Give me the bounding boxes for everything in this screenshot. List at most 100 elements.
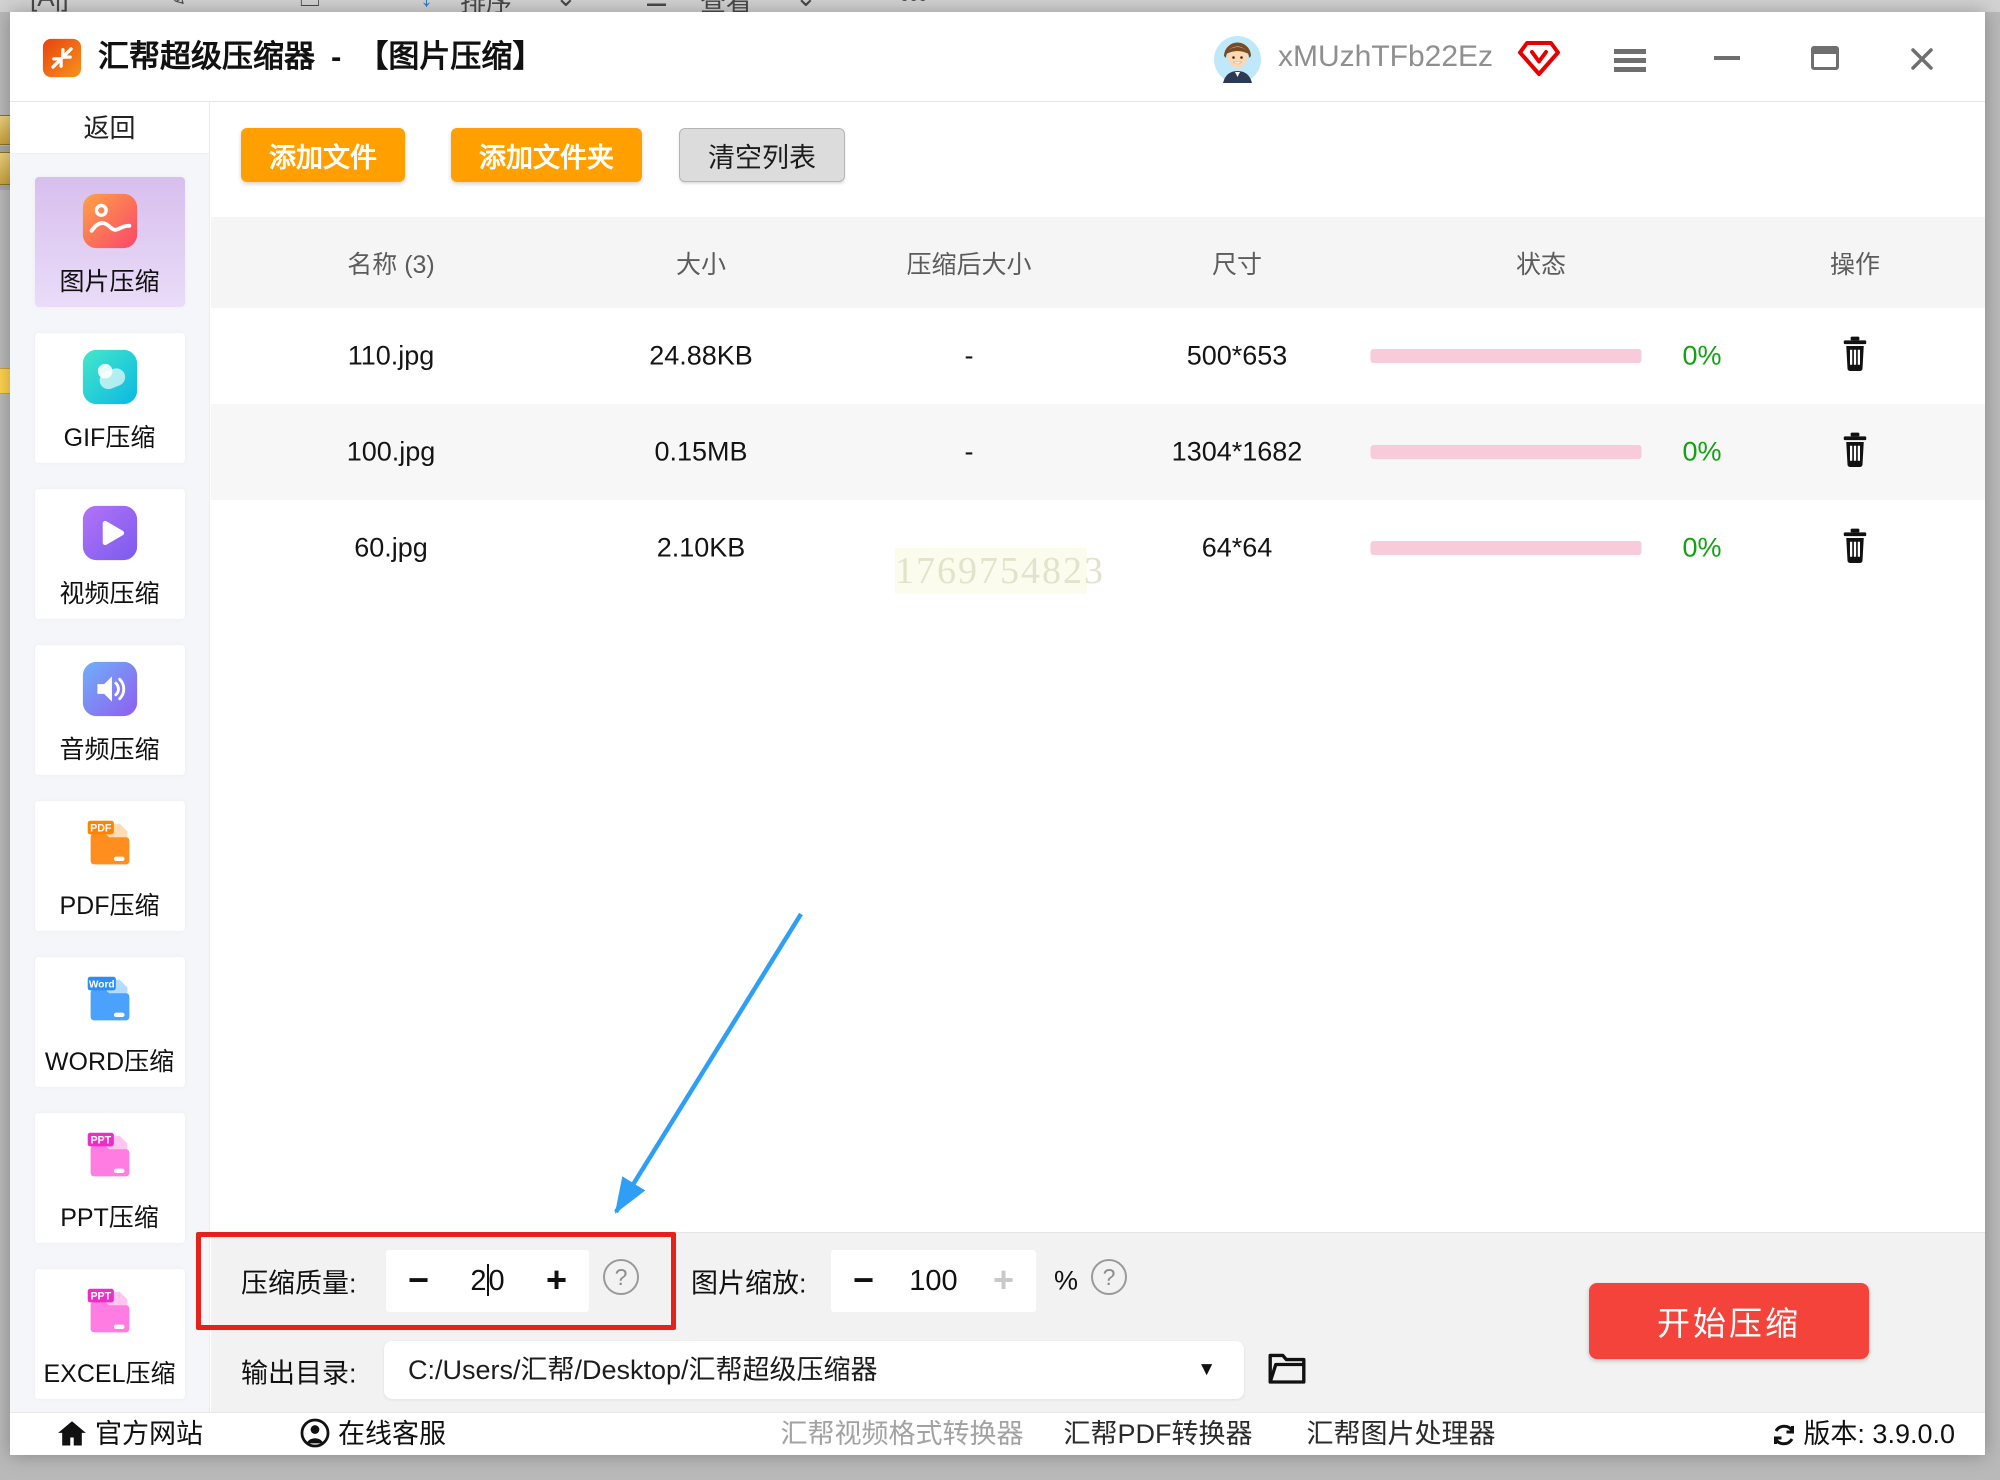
sidebar-item-label: PDF压缩	[35, 886, 185, 922]
sidebar-item-excel-compress[interactable]: PPT EXCEL压缩	[35, 1269, 185, 1399]
output-dir-label: 输出目录:	[241, 1352, 357, 1391]
word-compress-icon: Word	[79, 970, 141, 1032]
sidebar-item-label: 视频压缩	[35, 574, 185, 610]
quality-label: 压缩质量:	[241, 1262, 357, 1301]
version-info: 版本: 3.9.0.0	[1771, 1413, 1955, 1456]
maximize-button[interactable]	[1808, 40, 1844, 76]
ellipsis-icon: •••	[900, 0, 927, 12]
sidebar-item-label: 图片压缩	[35, 262, 185, 298]
file-size: 24.88KB	[649, 341, 753, 372]
app-logo-icon	[42, 38, 82, 78]
image-processor-link[interactable]: 汇帮图片处理器	[1307, 1413, 1496, 1456]
audio-compress-icon	[79, 658, 141, 720]
image-compress-icon	[79, 190, 141, 252]
browse-folder-button[interactable]	[1266, 1349, 1308, 1392]
sort-arrow-icon: ↓	[420, 0, 433, 12]
column-header-actions: 操作	[1830, 245, 1880, 281]
word-badge-label: Word	[88, 979, 114, 990]
pdf-compress-icon: PDF	[79, 814, 141, 876]
delete-row-button[interactable]	[1840, 336, 1870, 377]
avatar[interactable]	[1214, 36, 1261, 83]
progress-percent: 0%	[1682, 437, 1721, 468]
home-icon	[57, 1420, 87, 1448]
file-dimensions: 500*653	[1187, 341, 1288, 372]
video-converter-link[interactable]: 汇帮视频格式转换器	[781, 1413, 1024, 1456]
chevron-down-icon: ⌄	[795, 0, 817, 12]
file-name: 110.jpg	[348, 341, 435, 372]
progress-bar	[1371, 445, 1642, 459]
sidebar-item-label: GIF压缩	[35, 418, 185, 454]
dropdown-arrow-icon: ▼	[1197, 1341, 1216, 1399]
start-compress-button[interactable]: 开始压缩	[1589, 1283, 1869, 1359]
column-header-status: 状态	[1516, 245, 1566, 281]
sidebar-item-image-compress[interactable]: 图片压缩	[35, 177, 185, 307]
online-service-link[interactable]: 在线客服	[300, 1413, 446, 1456]
trash-icon	[1840, 528, 1870, 564]
file-name: 100.jpg	[347, 437, 436, 468]
watermark: 1769754823	[895, 548, 1087, 594]
sidebar-item-ppt-compress[interactable]: PPT PPT压缩	[35, 1113, 185, 1243]
close-icon	[1906, 43, 1938, 75]
table-row[interactable]: 100.jpg 0.15MB - 1304*1682 0%	[211, 404, 1985, 500]
title-separator: -	[315, 39, 357, 74]
output-dir-select[interactable]: C:/Users/汇帮/Desktop/汇帮超级压缩器 ▼	[384, 1341, 1244, 1399]
quality-increase-button[interactable]: +	[546, 1250, 567, 1312]
scale-unit: %	[1054, 1266, 1078, 1297]
trash-icon	[1840, 432, 1870, 468]
background-explorer-toolbar: [A|] ✎ ⏍ ↓ 排序 ⌄ ☰ 查看 ⌄ •••	[0, 0, 2000, 12]
compressed-size: -	[965, 341, 974, 372]
minimize-button[interactable]	[1710, 40, 1746, 76]
sidebar: 返回 图片压缩 GIF压缩	[10, 102, 210, 1412]
pdf-converter-link[interactable]: 汇帮PDF转换器	[1064, 1413, 1253, 1456]
version-number: 3.9.0.0	[1872, 1419, 1955, 1449]
sidebar-item-video-compress[interactable]: 视频压缩	[35, 489, 185, 619]
official-site-link[interactable]: 官方网站	[57, 1413, 203, 1456]
chevron-down-icon: ⌄	[555, 0, 577, 12]
sidebar-item-gif-compress[interactable]: GIF压缩	[35, 333, 185, 463]
clear-list-button[interactable]: 清空列表	[679, 128, 845, 182]
sidebar-item-label: 音频压缩	[35, 730, 185, 766]
column-header-size: 大小	[676, 245, 726, 281]
sidebar-item-label: WORD压缩	[35, 1042, 185, 1078]
add-folder-button[interactable]: 添加文件夹	[451, 128, 642, 182]
view-lines-icon: ☰	[645, 0, 668, 12]
background-icon-trash: ⏍	[300, 0, 320, 12]
background-view-label: 查看	[700, 0, 752, 12]
background-icon-rename: ✎	[165, 0, 187, 12]
app-window: 汇帮超级压缩器-【图片压缩】 xMUzhTFb22Ez 返回	[10, 12, 1985, 1455]
gif-compress-icon	[79, 346, 141, 408]
close-button[interactable]	[1906, 40, 1942, 76]
scale-stepper: − 100 +	[831, 1250, 1036, 1312]
footer: 官方网站 在线客服 汇帮视频格式转换器 汇帮PDF转换器 汇帮图片处理器 版本:…	[10, 1412, 1985, 1455]
username[interactable]: xMUzhTFb22Ez	[1278, 12, 1493, 102]
pdf-badge-label: PDF	[90, 822, 112, 834]
table-header: 名称 (3) 大小 压缩后大小 尺寸 状态 操作	[211, 217, 1985, 308]
menu-button[interactable]	[1614, 40, 1650, 76]
back-button[interactable]: 返回	[10, 102, 209, 154]
file-name: 60.jpg	[354, 533, 428, 564]
progress-bar	[1371, 541, 1642, 555]
quality-stepper: − 20 +	[386, 1250, 589, 1312]
add-file-button[interactable]: 添加文件	[241, 128, 405, 182]
sidebar-item-word-compress[interactable]: Word WORD压缩	[35, 957, 185, 1087]
app-name: 汇帮超级压缩器	[98, 39, 315, 74]
sidebar-item-pdf-compress[interactable]: PDF PDF压缩	[35, 801, 185, 931]
delete-row-button[interactable]	[1840, 528, 1870, 569]
background-sort-label: 排序	[460, 0, 512, 12]
ppt-compress-icon: PPT	[79, 1126, 141, 1188]
table-row[interactable]: 110.jpg 24.88KB - 500*653 0%	[211, 308, 1985, 404]
vip-badge-icon[interactable]	[1518, 40, 1560, 78]
quality-help-icon[interactable]: ?	[603, 1259, 639, 1295]
scale-increase-button[interactable]: +	[993, 1250, 1014, 1312]
refresh-icon	[1771, 1422, 1797, 1448]
scale-label: 图片缩放:	[691, 1262, 807, 1301]
compressed-size: -	[965, 437, 974, 468]
person-icon	[300, 1418, 330, 1448]
file-dimensions: 64*64	[1202, 533, 1273, 564]
excel-compress-icon: PPT	[79, 1282, 141, 1344]
sidebar-item-audio-compress[interactable]: 音频压缩	[35, 645, 185, 775]
delete-row-button[interactable]	[1840, 432, 1870, 473]
window-title: 汇帮超级压缩器-【图片压缩】	[98, 12, 543, 102]
scale-help-icon[interactable]: ?	[1091, 1259, 1127, 1295]
output-dir-path: C:/Users/汇帮/Desktop/汇帮超级压缩器	[408, 1341, 878, 1399]
